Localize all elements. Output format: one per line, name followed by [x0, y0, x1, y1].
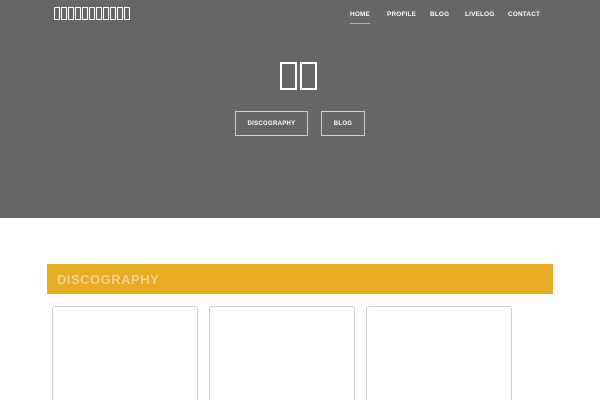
- nav-home[interactable]: HOME: [350, 11, 370, 25]
- nav-blog[interactable]: BLOG: [430, 11, 449, 25]
- nav-profile[interactable]: PROFILE: [387, 11, 416, 25]
- hero-title: [280, 62, 317, 90]
- site-title[interactable]: [54, 7, 130, 21]
- nav-contact[interactable]: CONTACT: [508, 11, 540, 25]
- discography-section-header: DISCOGRAPHY: [47, 264, 553, 294]
- discography-card[interactable]: [209, 306, 355, 400]
- hero-section: □□□□□□□□□□□ HOME PROFILE BLOG LIVELOG CO…: [0, 0, 600, 218]
- discography-button[interactable]: DISCOGRAPHY: [235, 111, 308, 136]
- nav-livelog[interactable]: LIVELOG: [465, 11, 494, 25]
- blog-button[interactable]: BLOG: [321, 111, 365, 136]
- section-title: DISCOGRAPHY: [57, 272, 160, 287]
- discography-card[interactable]: [366, 306, 512, 400]
- discography-card[interactable]: [52, 306, 198, 400]
